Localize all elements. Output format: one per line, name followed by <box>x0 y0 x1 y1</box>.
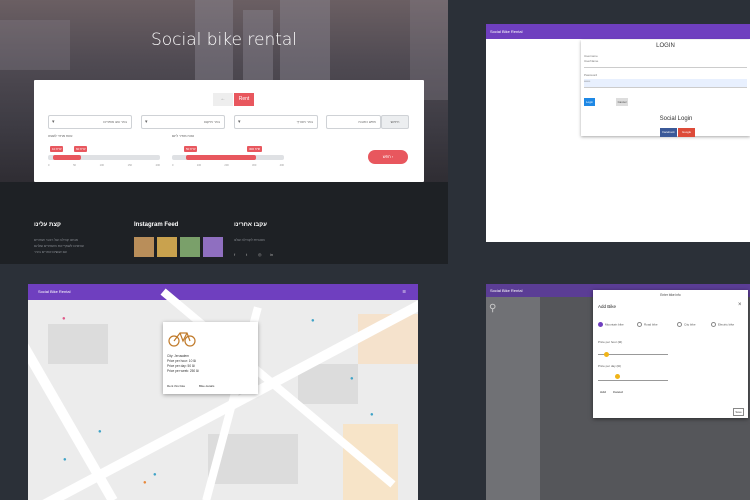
twitter-icon[interactable]: t <box>246 252 247 257</box>
bike-type-select[interactable]: ▾ בחר סוג אופניים <box>48 115 132 129</box>
instagram-photo[interactable] <box>134 237 154 257</box>
day-price-fill <box>186 155 256 160</box>
map-page: Social Bike Rental ☰ ● ● ● ● ● ● ● ● City… <box>28 284 418 500</box>
price-hour-label: Price per hour (₪) <box>598 340 623 344</box>
toggle-rent[interactable]: Rent <box>234 93 254 106</box>
bike-details-link[interactable]: Bike details <box>199 384 214 388</box>
side-panel: ⚲ <box>486 297 540 500</box>
cancel-button[interactable]: Cancel <box>613 390 623 394</box>
hour-price-fill <box>53 155 81 160</box>
search-form: ← Rent ▾ בחר סוג אופניים ▾ בחר מיקום ▾ בחר … <box>34 80 424 182</box>
type-radio-electric[interactable]: Electric bike <box>711 322 734 327</box>
search-button[interactable]: חיפוש <box>381 115 409 129</box>
slider-thumb[interactable] <box>615 374 620 379</box>
bike-details-text: City: Jerusalem Price per hour: 10 ₪ Pri… <box>167 354 199 373</box>
instagram-heading: Instagram Feed <box>134 222 179 228</box>
instagram-icon[interactable]: ◎ <box>258 252 262 257</box>
username-input[interactable]: UserName <box>584 59 747 68</box>
close-icon[interactable]: × <box>738 302 742 308</box>
location-select[interactable]: ▾ בחר מיקום <box>141 115 225 129</box>
map-marker-icon[interactable]: ● <box>153 472 157 478</box>
hour-min-tag: 10 ש"ח <box>50 146 64 152</box>
menu-icon[interactable]: ☰ <box>402 284 406 300</box>
address-field[interactable]: Add Bike <box>598 304 616 309</box>
instagram-photo[interactable] <box>180 237 200 257</box>
site-footer: קצת עלינו אנחנו קהילה של רוכבי אופניים ש… <box>0 182 448 264</box>
page-title: Social bike rental <box>150 30 298 50</box>
password-input[interactable]: •••••• <box>584 79 747 88</box>
save-button[interactable]: Save <box>733 408 744 416</box>
bike-icon <box>168 332 196 347</box>
dialog-title: Enter bike info <box>660 293 681 297</box>
submit-search-button[interactable]: חפש › <box>368 150 408 164</box>
day-max-tag: 300 ש"ח <box>247 146 263 152</box>
app-bar-title: Social Bike Rental <box>38 289 71 294</box>
map-marker-icon[interactable]: ● <box>311 318 315 324</box>
type-radio-mountain[interactable]: Mountain bike <box>598 322 624 327</box>
map-marker-icon[interactable]: ● <box>143 480 147 486</box>
map-marker-icon[interactable]: ● <box>62 316 66 322</box>
cancel-button[interactable]: Cancel <box>616 98 628 106</box>
login-page: Social Bike Rental LOGIN Username UserNa… <box>486 24 750 242</box>
chevron-down-icon: ▾ <box>52 119 55 125</box>
password-label: Password <box>584 73 598 77</box>
login-title: LOGIN <box>656 43 675 49</box>
toggle-left[interactable]: ← <box>213 93 233 106</box>
type-radio-city[interactable]: City bike <box>677 322 696 327</box>
day-price-label: טווח מחיר ליום <box>172 134 194 138</box>
about-text: אנחנו קהילה של רוכבי אופניים שרוצים לשתף… <box>34 238 84 254</box>
bike-info-popup: City: Jerusalem Price per hour: 10 ₪ Pri… <box>163 322 258 394</box>
day-ticks: 0 100 200 300 400 <box>172 164 284 167</box>
hour-max-tag: 60 ש"ח <box>74 146 88 152</box>
rent-bike-link[interactable]: Rent this bike <box>167 384 185 388</box>
add-bike-dialog: Enter bike info Add Bike × Mountain bike… <box>593 290 748 418</box>
google-login-button[interactable]: Google <box>678 128 695 137</box>
social-login-title: Social Login <box>659 116 693 122</box>
social-heading: עקבו אחרינו <box>234 222 267 228</box>
instagram-photo[interactable] <box>157 237 177 257</box>
slider-thumb[interactable] <box>604 352 609 357</box>
hour-price-label: טווח מחיר לשעה <box>48 134 73 138</box>
chevron-down-icon: ▾ <box>238 119 241 125</box>
username-label: Username <box>584 54 598 58</box>
login-button[interactable]: Login <box>584 98 595 106</box>
social-text: הצטרפו לקהילה שלנו <box>234 238 265 242</box>
day-min-tag: 50 ש"ח <box>184 146 198 152</box>
app-bar: Social Bike Rental ☰ <box>28 284 418 300</box>
bike-icon: ⚲ <box>489 303 497 314</box>
rental-page: Social bike rental ← Rent ▾ בחר סוג אופני… <box>0 0 448 264</box>
add-bike-page: Social Bike Rental ⚲ Enter bike info Add… <box>486 284 750 500</box>
address-input[interactable]: חפש כתובת <box>326 115 381 129</box>
hour-ticks: 0 50 100 150 200 <box>48 164 160 167</box>
facebook-icon[interactable]: f <box>234 252 235 257</box>
facebook-login-button[interactable]: Facebook <box>660 128 677 137</box>
about-heading: קצת עלינו <box>34 222 61 228</box>
chevron-down-icon: ▾ <box>145 119 148 125</box>
map-marker-icon[interactable]: ● <box>63 457 67 463</box>
type-radio-road[interactable]: Road bike <box>637 322 658 327</box>
price-day-slider[interactable] <box>598 380 668 381</box>
add-button[interactable]: Add <box>600 390 606 394</box>
map-marker-icon[interactable]: ● <box>370 412 374 418</box>
map-marker-icon[interactable]: ● <box>98 429 102 435</box>
map-marker-icon[interactable]: ● <box>350 376 354 382</box>
date-select[interactable]: ▾ בחר תאריך <box>234 115 318 129</box>
linkedin-icon[interactable]: in <box>270 252 273 257</box>
app-bar: Social Bike Rental <box>486 24 750 39</box>
instagram-photo[interactable] <box>203 237 223 257</box>
map-block <box>48 324 108 364</box>
price-day-label: Price per day (₪) <box>598 364 622 368</box>
